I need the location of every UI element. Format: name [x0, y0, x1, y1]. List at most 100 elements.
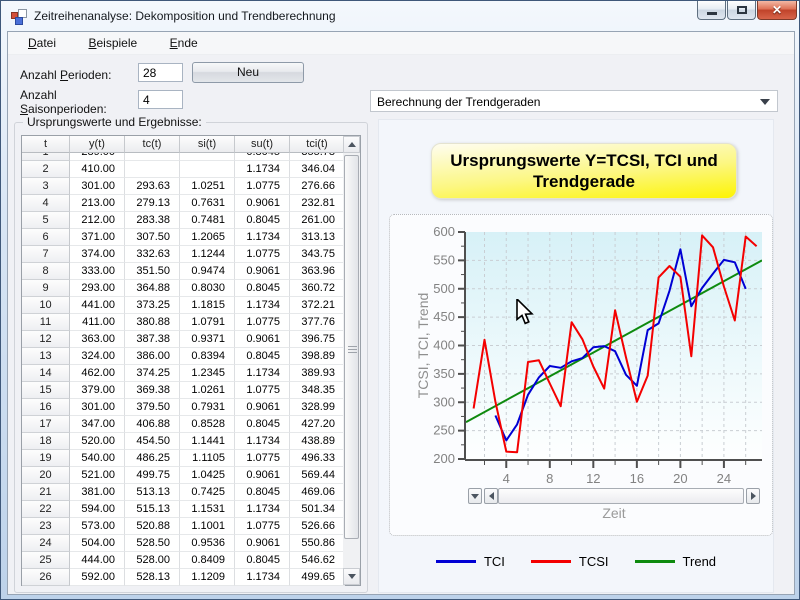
scroll-left-button[interactable]	[484, 488, 498, 504]
chart-title-banner: Ursprungswerte Y=TCSI, TCI und Trendgera…	[431, 143, 737, 199]
table-row[interactable]: 24504.00528.500.95360.9061550.86	[22, 535, 345, 552]
arrow-down-icon	[471, 494, 479, 499]
chart-legend: TCITCSITrend	[379, 554, 773, 569]
table-row[interactable]: 12363.00387.380.93710.9061396.75	[22, 331, 345, 348]
table-cell: 501.34	[290, 501, 345, 518]
table-cell: 1.0775	[235, 518, 290, 535]
column-header[interactable]: tci(t)	[290, 136, 345, 153]
table-cell: 328.99	[290, 399, 345, 416]
chart-horizontal-scrollbar[interactable]	[468, 488, 760, 504]
table-row[interactable]: 23573.00520.881.10011.0775526.66	[22, 518, 345, 535]
column-header[interactable]: su(t)	[235, 136, 290, 153]
table-row[interactable]: 9293.00364.880.80300.8045360.72	[22, 280, 345, 297]
trend-method-combobox[interactable]: Berechnung der Trendgeraden	[370, 90, 778, 112]
column-header[interactable]: si(t)	[180, 136, 235, 153]
table-row[interactable]: 17347.00406.880.85280.8045427.20	[22, 416, 345, 433]
row-header-cell: 14	[22, 365, 70, 382]
table-cell: 307.50	[125, 229, 180, 246]
results-table[interactable]: ty(t)tc(t)si(t)su(t)tci(t) 1289.000.8045…	[21, 135, 361, 586]
table-cell	[125, 153, 180, 161]
table-cell: 374.25	[125, 365, 180, 382]
table-row[interactable]: 5212.00283.380.74810.8045261.00	[22, 212, 345, 229]
table-cell: 1.1734	[235, 501, 290, 518]
table-cell: 377.76	[290, 314, 345, 331]
scroll-up-button[interactable]	[343, 136, 360, 153]
table-cell: 1.0775	[235, 178, 290, 195]
table-cell: 550.86	[290, 535, 345, 552]
table-row[interactable]: 13324.00386.000.83940.8045398.89	[22, 348, 345, 365]
table-row[interactable]: 16301.00379.500.79310.9061328.99	[22, 399, 345, 416]
minimize-icon	[707, 12, 717, 15]
table-cell: 546.62	[290, 552, 345, 569]
table-row[interactable]: 1289.000.8045355.78	[22, 153, 345, 161]
row-header-cell: 11	[22, 314, 70, 331]
table-cell: 346.04	[290, 161, 345, 178]
table-cell: 1.0775	[235, 246, 290, 263]
table-cell: 313.13	[290, 229, 345, 246]
scrollbar-track[interactable]	[498, 488, 744, 504]
scrollbar-thumb[interactable]	[344, 155, 359, 539]
season-input[interactable]: 4	[138, 90, 183, 109]
table-row[interactable]: 11411.00380.881.07911.0775377.76	[22, 314, 345, 331]
row-header-cell: 15	[22, 382, 70, 399]
column-header[interactable]: t	[22, 136, 70, 153]
table-cell: 1.1105	[180, 450, 235, 467]
arrow-left-icon	[489, 492, 494, 500]
table-row[interactable]: 3301.00293.631.02511.0775276.66	[22, 178, 345, 195]
table-cell: 592.00	[70, 569, 125, 586]
title-bar[interactable]: Zeitreihenanalyse: Dekomposition und Tre…	[1, 1, 799, 31]
table-row[interactable]: 18520.00454.501.14411.1734438.89	[22, 433, 345, 450]
table-cell: 1.1734	[235, 229, 290, 246]
table-row[interactable]: 10441.00373.251.18151.1734372.21	[22, 297, 345, 314]
row-header-cell: 13	[22, 348, 70, 365]
table-row[interactable]: 20521.00499.751.04250.9061569.44	[22, 467, 345, 484]
scroll-down-button[interactable]	[343, 568, 360, 585]
table-row[interactable]: 6371.00307.501.20651.1734313.13	[22, 229, 345, 246]
table-vertical-scrollbar[interactable]	[343, 136, 360, 585]
table-cell: 0.7631	[180, 195, 235, 212]
x-tick-label: 20	[673, 471, 687, 485]
row-header-cell: 16	[22, 399, 70, 416]
column-header[interactable]: y(t)	[70, 136, 125, 153]
table-row[interactable]: 2410.001.1734346.04	[22, 161, 345, 178]
table-row[interactable]: 4213.00279.130.76310.9061232.81	[22, 195, 345, 212]
table-cell: 513.13	[125, 484, 180, 501]
table-row[interactable]: 15379.00369.381.02611.0775348.35	[22, 382, 345, 399]
close-button[interactable]: ✕	[757, 1, 797, 20]
table-cell: 293.63	[125, 178, 180, 195]
table-cell: 343.75	[290, 246, 345, 263]
legend-line-icon	[531, 560, 571, 563]
minimize-button[interactable]	[697, 1, 726, 20]
table-row[interactable]: 7374.00332.631.12441.0775343.75	[22, 246, 345, 263]
maximize-button[interactable]	[727, 1, 756, 20]
table-row[interactable]: 25444.00528.000.84090.8045546.62	[22, 552, 345, 569]
table-cell: 1.1815	[180, 297, 235, 314]
table-row[interactable]: 14462.00374.251.23451.1734389.93	[22, 365, 345, 382]
table-cell: 1.1734	[235, 569, 290, 586]
legend-label: TCSI	[579, 554, 609, 569]
thumb-grip-icon	[348, 346, 357, 354]
results-groupbox: Ursprungswerte und Ergebnisse: ty(t)tc(t…	[14, 122, 368, 593]
table-cell: 528.50	[125, 535, 180, 552]
column-header[interactable]: tc(t)	[125, 136, 180, 153]
table-cell: 0.7931	[180, 399, 235, 416]
table-cell: 213.00	[70, 195, 125, 212]
scroll-right-button[interactable]	[746, 488, 760, 504]
table-cell: 1.1734	[235, 297, 290, 314]
x-tick-label: 4	[503, 471, 510, 485]
table-cell: 0.9061	[235, 331, 290, 348]
menu-item-datei[interactable]: Datei	[20, 32, 64, 50]
menu-item-beispiele[interactable]: Beispiele	[80, 32, 145, 50]
table-cell: 386.00	[125, 348, 180, 365]
neu-button[interactable]: Neu	[192, 62, 304, 83]
zoom-reset-button[interactable]	[468, 488, 482, 504]
menu-item-ende[interactable]: Ende	[162, 32, 206, 50]
table-row[interactable]: 8333.00351.500.94740.9061363.96	[22, 263, 345, 280]
table-row[interactable]: 21381.00513.130.74250.8045469.06	[22, 484, 345, 501]
periods-input[interactable]: 28	[138, 63, 183, 82]
table-row[interactable]: 26592.00528.131.12091.1734499.65	[22, 569, 345, 586]
table-row[interactable]: 19540.00486.251.11051.0775496.33	[22, 450, 345, 467]
table-cell	[180, 161, 235, 178]
table-row[interactable]: 22594.00515.131.15311.1734501.34	[22, 501, 345, 518]
table-cell: 379.00	[70, 382, 125, 399]
